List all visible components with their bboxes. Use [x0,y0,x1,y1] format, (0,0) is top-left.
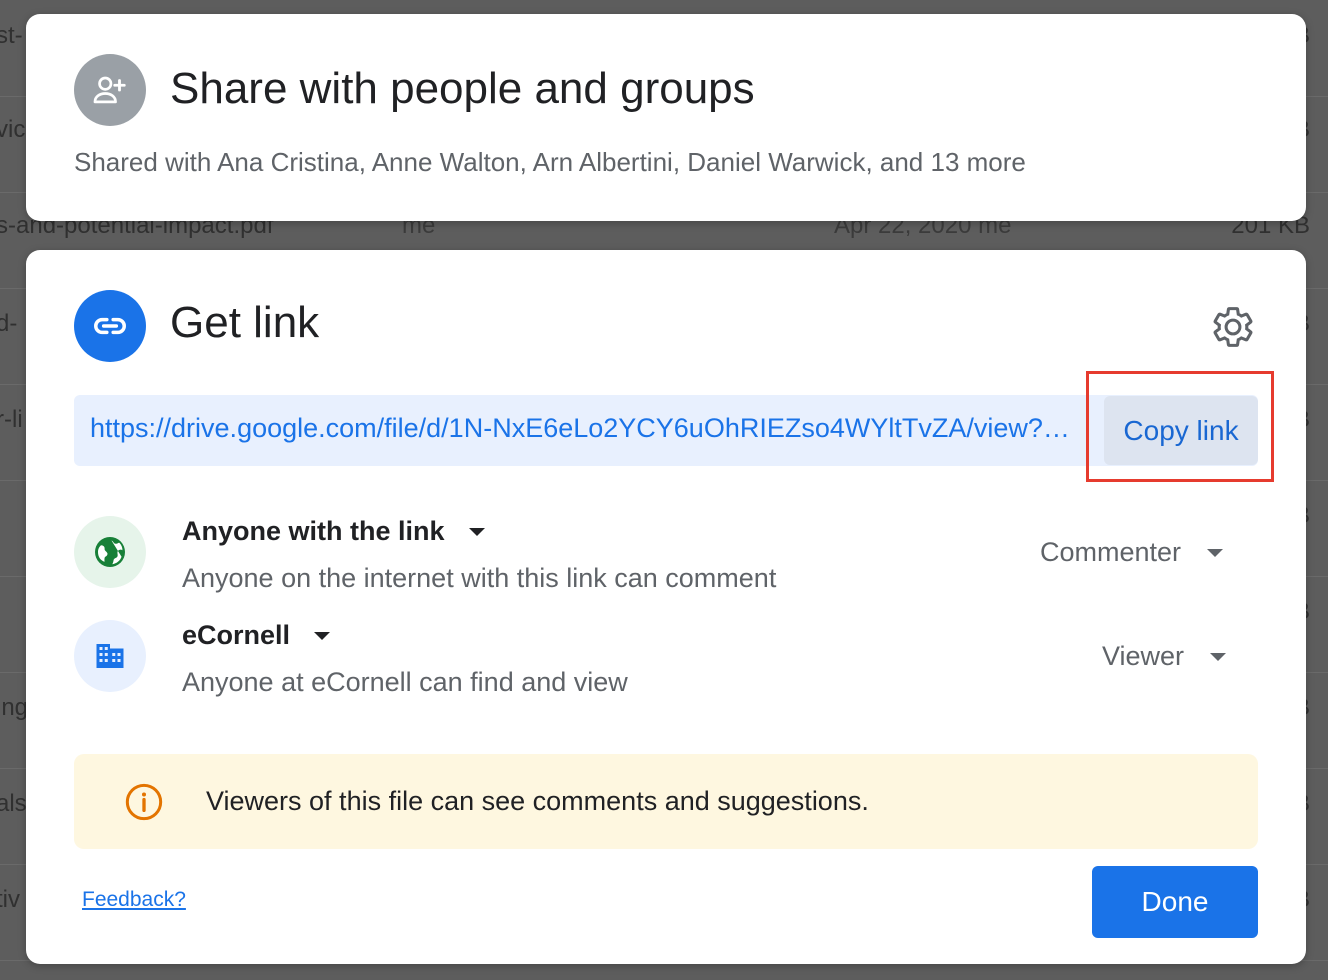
chevron-down-icon [468,527,485,536]
share-people-card[interactable]: Share with people and groups Shared with… [26,14,1306,221]
building-icon [74,620,146,692]
chevron-down-icon [1207,548,1224,557]
globe-icon [74,516,146,588]
chevron-down-icon [1210,652,1227,661]
link-access-description: Anyone on the internet with this link ca… [182,563,777,593]
notice-text: Viewers of this file can see comments an… [206,786,869,816]
link-access-dropdown[interactable]: Anyone with the link [182,516,485,547]
share-title: Share with people and groups [170,64,755,113]
org-access-description: Anyone at eCornell can find and view [182,667,628,697]
role-dropdown-commenter[interactable]: Commenter [1040,537,1224,568]
org-access-dropdown[interactable]: eCornell [182,620,331,651]
gear-icon[interactable] [1210,304,1256,350]
done-button[interactable]: Done [1092,866,1258,938]
link-icon [74,290,146,362]
info-icon [124,782,164,827]
role-dropdown-viewer[interactable]: Viewer [1102,641,1227,672]
file-name: tiv [0,886,20,913]
link-access-label: Anyone with the link [182,516,445,546]
link-url-field[interactable]: https://drive.google.com/file/d/1N-NxE6e… [74,395,1258,466]
link-url-text[interactable]: https://drive.google.com/file/d/1N-NxE6e… [90,413,1080,444]
file-name: st- [0,22,23,49]
feedback-link[interactable]: Feedback? [82,888,186,912]
role-label: Commenter [1040,537,1182,567]
chevron-down-icon [314,631,331,640]
file-name: ing [0,694,29,721]
shared-with-summary: Shared with Ana Cristina, Anne Walton, A… [74,147,1026,177]
file-name: d- [0,310,18,337]
file-name: vic [0,116,26,143]
get-link-card: Get link https://drive.google.com/file/d… [26,250,1306,964]
role-label: Viewer [1102,641,1185,671]
get-link-title: Get link [170,298,320,347]
highlight-box [1086,371,1274,482]
person-add-icon [74,54,146,126]
file-name: r-li [0,406,23,433]
comments-notice: Viewers of this file can see comments an… [74,754,1258,849]
org-access-label: eCornell [182,620,291,650]
